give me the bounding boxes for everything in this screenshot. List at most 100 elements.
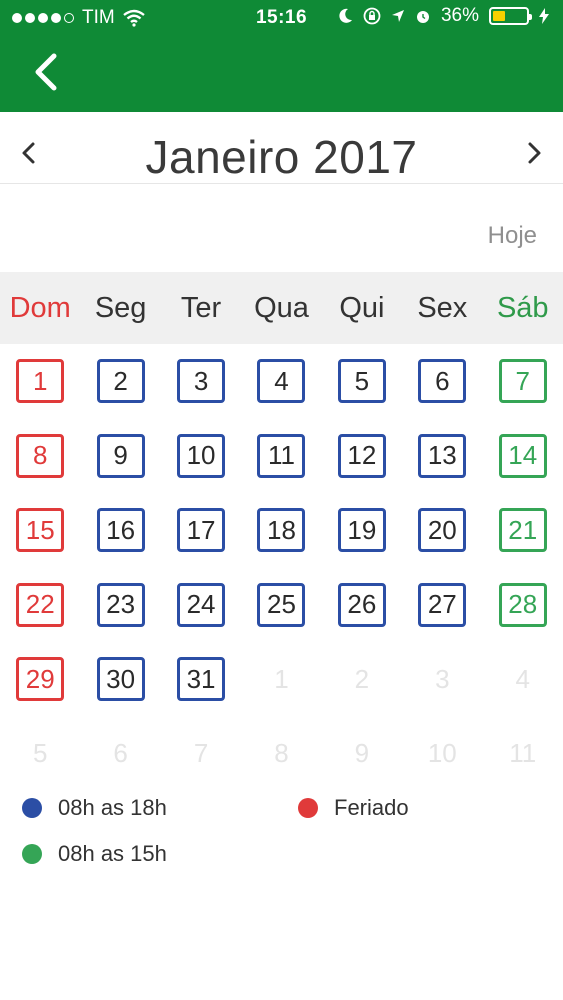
calendar-day-outside-month: 7 xyxy=(193,738,209,769)
calendar-cell: 11 xyxy=(483,732,563,776)
calendar-day[interactable]: 21 xyxy=(498,508,547,553)
calendar-cell: 26 xyxy=(322,582,402,627)
legend-label: 08h as 15h xyxy=(58,841,167,866)
calendar-day-outside-month: 9 xyxy=(354,738,370,769)
calendar-cell: 28 xyxy=(483,582,563,627)
calendar-cell: 8 xyxy=(241,732,321,776)
rotation-lock-icon xyxy=(363,7,381,25)
calendar-day[interactable]: 18 xyxy=(257,508,306,553)
calendar-cell: 15 xyxy=(0,508,80,553)
calendar-cell: 9 xyxy=(322,732,402,776)
calendar-day[interactable]: 13 xyxy=(418,433,467,478)
calendar-cell: 1 xyxy=(0,359,80,404)
legend-label: 08h as 18h xyxy=(58,795,167,820)
calendar-day[interactable]: 16 xyxy=(96,508,145,553)
legend-item: 08h as 18h xyxy=(22,795,167,821)
calendar-cell: 4 xyxy=(483,657,563,701)
calendar-cell: 20 xyxy=(402,508,482,553)
calendar-cell: 5 xyxy=(0,732,80,776)
calendar-week-row: 1234567 xyxy=(0,344,563,419)
calendar-day[interactable]: 8 xyxy=(16,433,65,478)
calendar-cell: 6 xyxy=(80,732,160,776)
calendar-cell: 12 xyxy=(322,433,402,478)
calendar-day-outside-month: 2 xyxy=(354,663,370,694)
calendar-day-outside-month: 10 xyxy=(427,738,457,769)
calendar-cell: 2 xyxy=(322,657,402,701)
calendar-cell: 10 xyxy=(161,433,241,478)
calendar-day[interactable]: 3 xyxy=(177,359,226,404)
weekday-label: Sex xyxy=(417,292,468,324)
weekday-label: Qui xyxy=(339,292,385,324)
today-button[interactable]: Hoje xyxy=(488,222,537,250)
calendar-day-outside-month: 5 xyxy=(32,738,48,769)
calendar-day[interactable]: 19 xyxy=(337,508,386,553)
calendar-day[interactable]: 14 xyxy=(498,433,547,478)
status-bar: TIM 15:16 36% xyxy=(0,0,563,36)
month-title: Janeiro 2017 xyxy=(145,131,418,183)
calendar-cell: 24 xyxy=(161,582,241,627)
weekday-header: Dom Seg Ter Qua Qui Sex Sáb xyxy=(0,272,563,344)
calendar-day[interactable]: 28 xyxy=(498,582,547,627)
calendar-week-row: 5 6 7 8 9 10 11 xyxy=(0,717,563,792)
calendar-week-row: 22 23 24 25 26 27 28 xyxy=(0,568,563,643)
calendar-cell: 22 xyxy=(0,582,80,627)
calendar-day[interactable]: 7 xyxy=(498,359,547,404)
calendar-day[interactable]: 26 xyxy=(337,582,386,627)
calendar-cell: 25 xyxy=(241,582,321,627)
calendar-grid: 1 2 3 4 5 6 7 8 9 10 11 12 13 14 15 16 17 18 19 20 21 22 23 24 2… xyxy=(0,344,563,791)
moon-icon xyxy=(339,8,352,23)
back-button[interactable] xyxy=(26,50,66,94)
calendar-day[interactable]: 11 xyxy=(257,433,306,478)
calendar-day[interactable]: 9 xyxy=(96,433,145,478)
next-month-button[interactable] xyxy=(519,138,549,168)
calendar-day-outside-month: 3 xyxy=(435,663,450,694)
calendar-cell: 29 xyxy=(0,657,80,702)
battery-percent: 36% xyxy=(440,5,479,26)
charging-bolt-icon xyxy=(539,8,549,24)
weekday-label: Ter xyxy=(180,292,222,324)
calendar-cell: 21 xyxy=(483,508,563,553)
calendar-day[interactable]: 12 xyxy=(337,433,386,478)
calendar-cell: 7 xyxy=(483,359,563,404)
calendar-day[interactable]: 5 xyxy=(337,359,386,404)
calendar-cell: 11 xyxy=(241,433,321,478)
calendar-day[interactable]: 23 xyxy=(96,582,145,627)
calendar-cell: 10 xyxy=(402,732,482,776)
calendar-day[interactable]: 25 xyxy=(257,582,306,627)
status-right: 36% xyxy=(339,5,549,27)
calendar-day[interactable]: 2 xyxy=(96,359,145,404)
calendar-day[interactable]: 10 xyxy=(177,433,226,478)
calendar-cell: 7 xyxy=(161,732,241,776)
battery-icon xyxy=(489,7,532,25)
calendar-day[interactable]: 29 xyxy=(16,657,65,702)
calendar-cell: 18 xyxy=(241,508,321,553)
calendar-cell: 30 xyxy=(80,657,160,702)
legend-item: Feriado xyxy=(298,795,409,821)
calendar-cell: 13 xyxy=(402,433,482,478)
calendar-cell: 1 xyxy=(241,657,321,701)
calendar-day[interactable]: 4 xyxy=(257,359,306,404)
calendar-day[interactable]: 20 xyxy=(418,508,467,553)
calendar-cell: 31 xyxy=(161,657,241,702)
calendar-cell: 3 xyxy=(402,657,482,701)
calendar-day[interactable]: 31 xyxy=(177,657,226,702)
calendar-day[interactable]: 1 xyxy=(16,359,65,404)
calendar-cell: 16 xyxy=(80,508,160,553)
calendar-day[interactable]: 30 xyxy=(96,657,145,702)
chevron-left-icon xyxy=(35,53,57,91)
chevron-right-icon xyxy=(528,142,541,164)
calendar-cell: 8 xyxy=(0,433,80,478)
calendar-day[interactable]: 22 xyxy=(16,582,65,627)
calendar-day[interactable]: 6 xyxy=(418,359,467,404)
alarm-icon xyxy=(416,11,429,23)
app-header: TIM 15:16 36% xyxy=(0,0,563,112)
calendar-day[interactable]: 15 xyxy=(16,508,65,553)
legend-dot xyxy=(22,798,42,818)
calendar-day[interactable]: 24 xyxy=(177,582,226,627)
legend-item: 08h as 15h xyxy=(22,841,167,867)
calendar-cell: 27 xyxy=(402,582,482,627)
weekday-label: Seg xyxy=(94,292,147,324)
calendar-week-row: 15 16 17 18 19 20 21 xyxy=(0,493,563,568)
calendar-day[interactable]: 27 xyxy=(418,582,467,627)
calendar-day[interactable]: 17 xyxy=(177,508,226,553)
